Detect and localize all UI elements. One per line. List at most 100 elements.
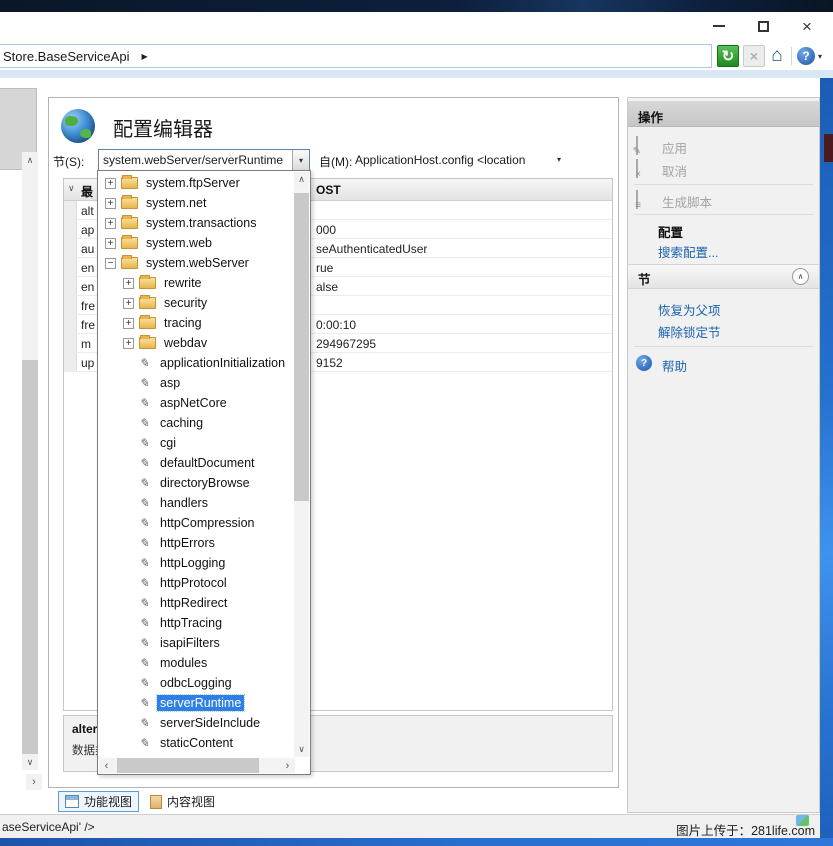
scrollbar-thumb[interactable] — [22, 360, 38, 755]
desktop-edge-bottom — [0, 838, 833, 846]
from-combobox-value[interactable]: ApplicationHost.config <location — [355, 153, 525, 167]
expand-icon[interactable]: + — [105, 178, 116, 189]
scroll-down-button[interactable]: ∨ — [294, 742, 309, 757]
section-label: 节(S): — [53, 153, 84, 170]
section-pencil-icon: ✎ — [139, 576, 153, 590]
tree-item-httpLogging[interactable]: ✎httpLogging — [99, 553, 295, 573]
tab-content-view[interactable]: 内容视图 — [144, 791, 221, 812]
actions-panel: 操作 ✎ 应用 × 取消 ≡ 生成脚本 配置 搜索配置... — [627, 97, 820, 813]
close-button[interactable]: × — [792, 14, 822, 38]
group-collapse-icon[interactable]: ∨ — [68, 183, 75, 194]
tree-item-aspNetCore[interactable]: ✎aspNetCore — [99, 393, 295, 413]
titlebar: × — [0, 12, 833, 40]
home-button[interactable]: ⌂ — [766, 45, 788, 67]
tree-item-label: defaultDocument — [157, 455, 258, 471]
help-dropdown-caret-icon[interactable]: ▾ — [818, 52, 822, 61]
scroll-right-button[interactable]: › — [280, 758, 295, 773]
expand-icon[interactable]: + — [123, 278, 134, 289]
help-link[interactable]: ? 帮助 — [628, 354, 819, 374]
tree-item-system.transactions[interactable]: +system.transactions — [99, 213, 295, 233]
section-group-header[interactable]: 节 ∧ — [628, 264, 819, 289]
dropdown-horizontal-scrollbar[interactable]: ‹ › — [99, 758, 295, 773]
maximize-button[interactable] — [748, 14, 778, 38]
from-caret-down-icon[interactable]: ▾ — [557, 155, 561, 164]
expand-icon[interactable]: + — [105, 198, 116, 209]
collapse-group-button[interactable]: ∧ — [792, 268, 809, 285]
scroll-up-button[interactable]: ∧ — [294, 172, 309, 187]
tab-features-view[interactable]: 功能视图 — [58, 791, 139, 812]
scroll-down-button[interactable]: ∨ — [22, 754, 38, 770]
expand-icon[interactable]: + — [123, 318, 134, 329]
view-tabs: 功能视图 内容视图 — [48, 790, 619, 814]
tree-item-system.webServer[interactable]: −system.webServer — [99, 253, 295, 273]
tree-item-system.net[interactable]: +system.net — [99, 193, 295, 213]
tree-item-serverRuntime[interactable]: ✎serverRuntime — [99, 693, 295, 713]
minimize-button[interactable] — [704, 14, 734, 38]
dropdown-vertical-scrollbar[interactable]: ∧ ∨ — [294, 172, 309, 757]
tree-item-label: httpRedirect — [157, 595, 230, 611]
apply-button[interactable]: ✎ 应用 — [628, 136, 819, 156]
connections-panel-clipped: ∧ ∨ › — [0, 78, 46, 846]
section-pencil-icon: ✎ — [139, 656, 153, 670]
expand-icon[interactable]: + — [123, 298, 134, 309]
tree-item-system.ftpServer[interactable]: +system.ftpServer — [99, 173, 295, 193]
tree-item-tracing[interactable]: +tracing — [99, 313, 295, 333]
tree-item-staticContent[interactable]: ✎staticContent — [99, 733, 295, 753]
tree-item-httpTracing[interactable]: ✎httpTracing — [99, 613, 295, 633]
tree-item-webdav[interactable]: + webdav — [99, 333, 295, 353]
tree-item-system.web[interactable]: +system.web — [99, 233, 295, 253]
tree-item-caching[interactable]: ✎caching — [99, 413, 295, 433]
expand-icon[interactable]: + — [123, 338, 134, 349]
tree-item-label: staticContent — [157, 735, 236, 751]
folder-icon — [121, 237, 138, 249]
tree-item-defaultDocument[interactable]: ✎defaultDocument — [99, 453, 295, 473]
tree-item-httpProtocol[interactable]: ✎httpProtocol — [99, 573, 295, 593]
search-configuration-link[interactable]: 搜索配置... — [628, 240, 819, 260]
tree-item-cgi[interactable]: ✎cgi — [99, 433, 295, 453]
generate-script-button[interactable]: ≡ 生成脚本 — [628, 190, 819, 210]
content-view-label: 内容视图 — [167, 793, 215, 810]
section-pencil-icon: ✎ — [139, 616, 153, 630]
tree-item-httpErrors[interactable]: ✎httpErrors — [99, 533, 295, 553]
cancel-button[interactable]: × 取消 — [628, 159, 819, 179]
section-pencil-icon: ✎ — [139, 536, 153, 550]
actions-separator — [634, 184, 813, 185]
help-button[interactable]: ? — [795, 45, 817, 67]
tree-item-isapiFilters[interactable]: ✎isapiFilters — [99, 633, 295, 653]
scroll-right-button[interactable]: › — [26, 774, 42, 790]
combobox-dropdown-button[interactable]: ▾ — [292, 150, 309, 170]
tree-item-security[interactable]: +security — [99, 293, 295, 313]
tree-item-applicationInitialization[interactable]: ✎applicationInitialization — [99, 353, 295, 373]
section-combobox-value: system.webServer/serverRuntime — [99, 153, 292, 167]
property-name-fragment: fre — [81, 299, 95, 313]
tree-item-label: webdav — [161, 335, 210, 351]
expand-icon[interactable]: + — [105, 238, 116, 249]
features-view-label: 功能视图 — [84, 793, 132, 810]
section-combobox[interactable]: system.webServer/serverRuntime ▾ — [98, 149, 310, 171]
scroll-up-button[interactable]: ∧ — [22, 152, 38, 168]
tree-item-directoryBrowse[interactable]: ✎directoryBrowse — [99, 473, 295, 493]
stop-button[interactable]: × — [743, 45, 765, 67]
scrollbar-thumb[interactable] — [294, 193, 309, 501]
tree-item-handlers[interactable]: ✎handlers — [99, 493, 295, 513]
tree-item-odbcLogging[interactable]: ✎odbcLogging — [99, 673, 295, 693]
section-pencil-icon: ✎ — [139, 396, 153, 410]
section-pencil-icon: ✎ — [139, 436, 153, 450]
tree-item-modules[interactable]: ✎modules — [99, 653, 295, 673]
tree-item-rewrite[interactable]: +rewrite — [99, 273, 295, 293]
row-gutter — [64, 258, 77, 276]
connections-vertical-scrollbar[interactable]: ∧ ∨ — [22, 152, 38, 770]
toolbar-separator — [791, 47, 792, 65]
tree-item-httpRedirect[interactable]: ✎httpRedirect — [99, 593, 295, 613]
refresh-button[interactable]: ↻ — [717, 45, 739, 67]
tree-item-serverSideInclude[interactable]: ✎serverSideInclude — [99, 713, 295, 733]
address-bar[interactable]: Store.BaseServiceApi ▶ — [0, 44, 712, 68]
unlock-section-link[interactable]: 解除锁定节 — [628, 320, 819, 340]
expand-icon[interactable]: + — [105, 218, 116, 229]
collapse-icon[interactable]: − — [105, 258, 116, 269]
tree-item-asp[interactable]: ✎asp — [99, 373, 295, 393]
revert-to-parent-link[interactable]: 恢复为父项 — [628, 298, 819, 318]
scrollbar-thumb[interactable] — [117, 758, 259, 773]
tree-item-httpCompression[interactable]: ✎httpCompression — [99, 513, 295, 533]
scroll-left-button[interactable]: ‹ — [99, 758, 114, 773]
